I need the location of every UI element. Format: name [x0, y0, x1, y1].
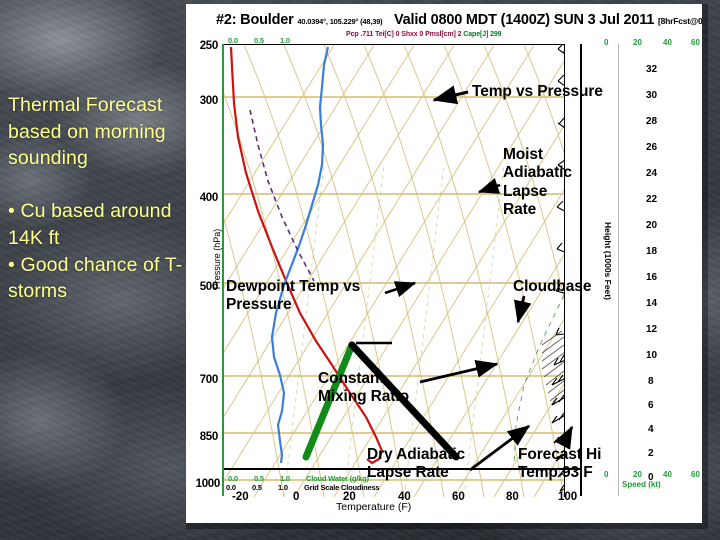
thermal-forecast-heading: Thermal Forecast based on morning soundi… [8, 94, 166, 170]
annotation-forecast-hi: Forecast Hi Temp 93 F [518, 446, 601, 483]
dry-line-1: Dry Adiabatic [367, 446, 466, 463]
height-tick-22: 22 [646, 194, 658, 205]
sounding-parameters: Pcp .711 Tei[C] 0 Shxx 0 Pmsl[cm] 2 Cape… [346, 31, 502, 38]
moist-line-3: Lapse [503, 182, 548, 200]
dewpoint-line-2: Pressure [226, 296, 292, 314]
grid-scale-label: Grid Scale Cloudiness [304, 483, 380, 492]
bullet-tstorms: • Good chance of T-storms [8, 253, 183, 303]
height-tick-28: 28 [646, 116, 658, 127]
moist-line-1: Moist [503, 146, 543, 163]
height-tick-8: 8 [648, 376, 654, 387]
height-tick-16: 16 [646, 272, 658, 283]
cw-0: 0.0 [228, 474, 238, 483]
precip-params: Pcp .711 Tei[C] 0 Shxx 0 Pmsl[cm] 2 [346, 31, 462, 38]
height-tick-2: 2 [648, 448, 654, 459]
forecast-bullets: • Cu based around 14K ft • Good chance o… [8, 198, 186, 305]
speed-tick-0-top: 0 [604, 38, 609, 47]
station-coordinates: 40.0394°, 105.229° (48,39) [297, 17, 383, 26]
mixing-line-2: Mixing Ratio [318, 388, 409, 406]
speed-axis-line [618, 44, 619, 496]
pressure-tick-250: 250 [199, 40, 219, 52]
station-name: #2: Boulder [216, 12, 294, 28]
height-tick-4: 4 [648, 424, 654, 435]
moist-line-4: Rate [503, 200, 537, 218]
temp-tick-80: 80 [506, 491, 519, 503]
dewpoint-line-1: Dewpoint Temp vs [226, 278, 361, 295]
temp-tick-neg20: -20 [232, 491, 249, 503]
valid-time: Valid 0800 MDT (1400Z) SUN 3 Jul 2011 [393, 12, 655, 28]
pressure-tick-700: 700 [199, 374, 219, 386]
gs-2: 1.0 [278, 483, 288, 492]
cape-param: Cape[J] 299 [463, 31, 502, 38]
annotation-cloudbase: Cloudbase [513, 278, 592, 295]
cloud-water-legend: 0.0 0.5 1.0 Cloud Water (g/kg) [228, 474, 369, 483]
skewt-plot-area [224, 44, 565, 497]
gs-0: 0.0 [226, 483, 236, 492]
annotation-dry-adiabatic: Dry Adiabatic Lapse Rate [367, 446, 465, 483]
temp-tick-0: 0 [293, 491, 300, 503]
height-tick-24: 24 [646, 168, 658, 179]
height-tick-14: 14 [646, 298, 658, 309]
bullet-cu-base: • Cu based around 14K ft [8, 200, 172, 249]
grid-scale-legend: 0.0 0.5 1.0 Grid Scale Cloudiness [226, 483, 380, 492]
annotation-temp-vs-pressure: Temp vs Pressure [472, 83, 603, 100]
left-text-panel: Thermal Forecast based on morning soundi… [8, 92, 186, 305]
annotation-mixing-ratio: Constant Mixing Ratio [318, 370, 409, 407]
height-tick-30: 30 [646, 90, 658, 101]
speed-tick-40-top: 40 [663, 38, 672, 47]
wind-barb-axis [580, 44, 582, 496]
speed-tick-0: 0 [604, 470, 609, 479]
temp-tick-100: 100 [558, 491, 578, 503]
cloud-water-label: Cloud Water (g/kg) [306, 474, 369, 483]
dry-line-2: Lapse Rate [367, 464, 449, 482]
pressure-tick-300: 300 [199, 95, 219, 107]
pressure-axis-title: Pressure (hPa) [212, 228, 222, 290]
speed-axis-title: Speed (kt) [622, 480, 661, 489]
mixing-line-1: Constant [318, 370, 385, 387]
height-tick-10: 10 [646, 350, 658, 361]
height-tick-20: 20 [646, 220, 658, 231]
cw-1: 0.5 [254, 474, 264, 483]
speed-tick-40: 40 [663, 470, 672, 479]
speed-tick-20-top: 20 [633, 38, 642, 47]
cloudiness-hatch [541, 330, 564, 402]
height-tick-32: 32 [646, 64, 658, 75]
wind-barbs [551, 45, 564, 492]
pressure-tick-1000: 1000 [195, 478, 221, 490]
hi-line-1: Forecast Hi [518, 446, 602, 463]
temperature-axis-title: Temperature (F) [336, 501, 412, 513]
cw-2: 1.0 [280, 474, 290, 483]
annotation-moist-adiabatic: Moist Adiabatic Lapse Rate [503, 146, 572, 219]
forecast-run: [8hrFcst@0133z] [657, 16, 702, 26]
height-tick-18: 18 [646, 246, 658, 257]
height-tick-12: 12 [646, 324, 658, 335]
moist-adiabat-line [249, 109, 315, 282]
height-tick-6: 6 [648, 400, 654, 411]
chart-header: #2: Boulder 40.0394°, 105.229° (48,39) V… [216, 12, 702, 28]
height-tick-26: 26 [646, 142, 658, 153]
height-axis-title: Height (1000s Feet) [603, 222, 613, 300]
speed-tick-60-top: 60 [691, 38, 700, 47]
hi-line-2: Temp 93 F [518, 464, 593, 482]
pressure-tick-850: 850 [199, 431, 219, 443]
pressure-tick-400: 400 [199, 192, 219, 204]
gs-1: 0.5 [252, 483, 262, 492]
speed-tick-20: 20 [633, 470, 642, 479]
moist-line-2: Adiabatic [503, 164, 572, 182]
skewt-grid [224, 45, 564, 497]
temp-tick-60: 60 [452, 491, 465, 503]
annotation-dewpoint: Dewpoint Temp vs Pressure [226, 278, 360, 315]
speed-tick-60: 60 [691, 470, 700, 479]
